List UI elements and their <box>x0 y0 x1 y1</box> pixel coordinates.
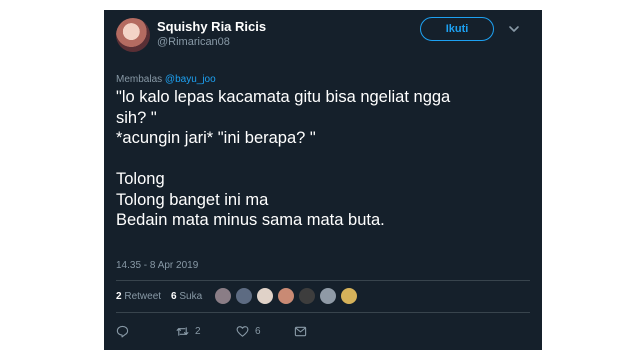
direct-message-button[interactable] <box>294 325 307 338</box>
retweet-action-count: 2 <box>195 326 201 337</box>
tweet-line: Tolong banget ini ma <box>116 190 269 209</box>
heart-icon <box>236 326 249 337</box>
like-action-count: 6 <box>255 326 261 337</box>
liker-avatar[interactable] <box>340 287 358 305</box>
liker-avatar[interactable] <box>277 287 295 305</box>
reply-prefix: Membalas <box>116 74 163 85</box>
liker-avatars <box>214 287 361 305</box>
tweet-line: sih? " <box>116 108 157 127</box>
tweet-card: Squishy Ria Ricis @Rimarican08 Ikuti Mem… <box>104 10 542 350</box>
retweet-stat[interactable]: 2 Retweet <box>116 291 161 302</box>
reply-button[interactable] <box>116 325 129 338</box>
retweet-stat-label: Retweet <box>124 291 162 302</box>
message-icon <box>294 326 307 337</box>
user-handle[interactable]: @Rimarican08 <box>157 36 230 48</box>
retweet-count: 2 <box>116 291 122 302</box>
liker-avatar[interactable] <box>319 287 337 305</box>
reply-icon <box>116 325 129 338</box>
like-button[interactable]: 6 <box>236 325 261 338</box>
liker-avatar[interactable] <box>214 287 232 305</box>
like-count: 6 <box>171 291 177 302</box>
chevron-down-icon[interactable] <box>506 21 522 37</box>
tweet-line: Tolong <box>116 170 165 188</box>
like-stat[interactable]: 6 Suka <box>171 291 202 302</box>
reply-mention-link[interactable]: @bayu_joo <box>165 74 216 85</box>
retweet-button[interactable]: 2 <box>176 325 201 338</box>
divider <box>116 312 530 313</box>
tweet-timestamp[interactable]: 14.35 - 8 Apr 2019 <box>116 260 198 271</box>
tweet-line: *acungin jari* "ini berapa? " <box>116 129 316 147</box>
liker-avatar[interactable] <box>298 287 316 305</box>
retweet-icon <box>176 327 189 336</box>
tweet-line: Bedain mata minus sama mata buta. <box>116 211 385 229</box>
avatar[interactable] <box>116 18 150 52</box>
tweet-stats: 2 Retweet 6 Suka <box>116 291 202 302</box>
liker-avatar[interactable] <box>256 287 274 305</box>
liker-avatar[interactable] <box>235 287 253 305</box>
tweet-text: "lo kalo lepas kacamata gitu bisa ngelia… <box>116 87 534 231</box>
like-stat-label: Suka <box>179 291 203 302</box>
reply-context: Membalas @bayu_joo <box>116 74 216 85</box>
tweet-line: "lo kalo lepas kacamata gitu bisa ngelia… <box>116 88 451 106</box>
follow-button[interactable]: Ikuti <box>420 17 494 41</box>
divider <box>116 280 530 281</box>
display-name[interactable]: Squishy Ria Ricis <box>157 19 266 34</box>
